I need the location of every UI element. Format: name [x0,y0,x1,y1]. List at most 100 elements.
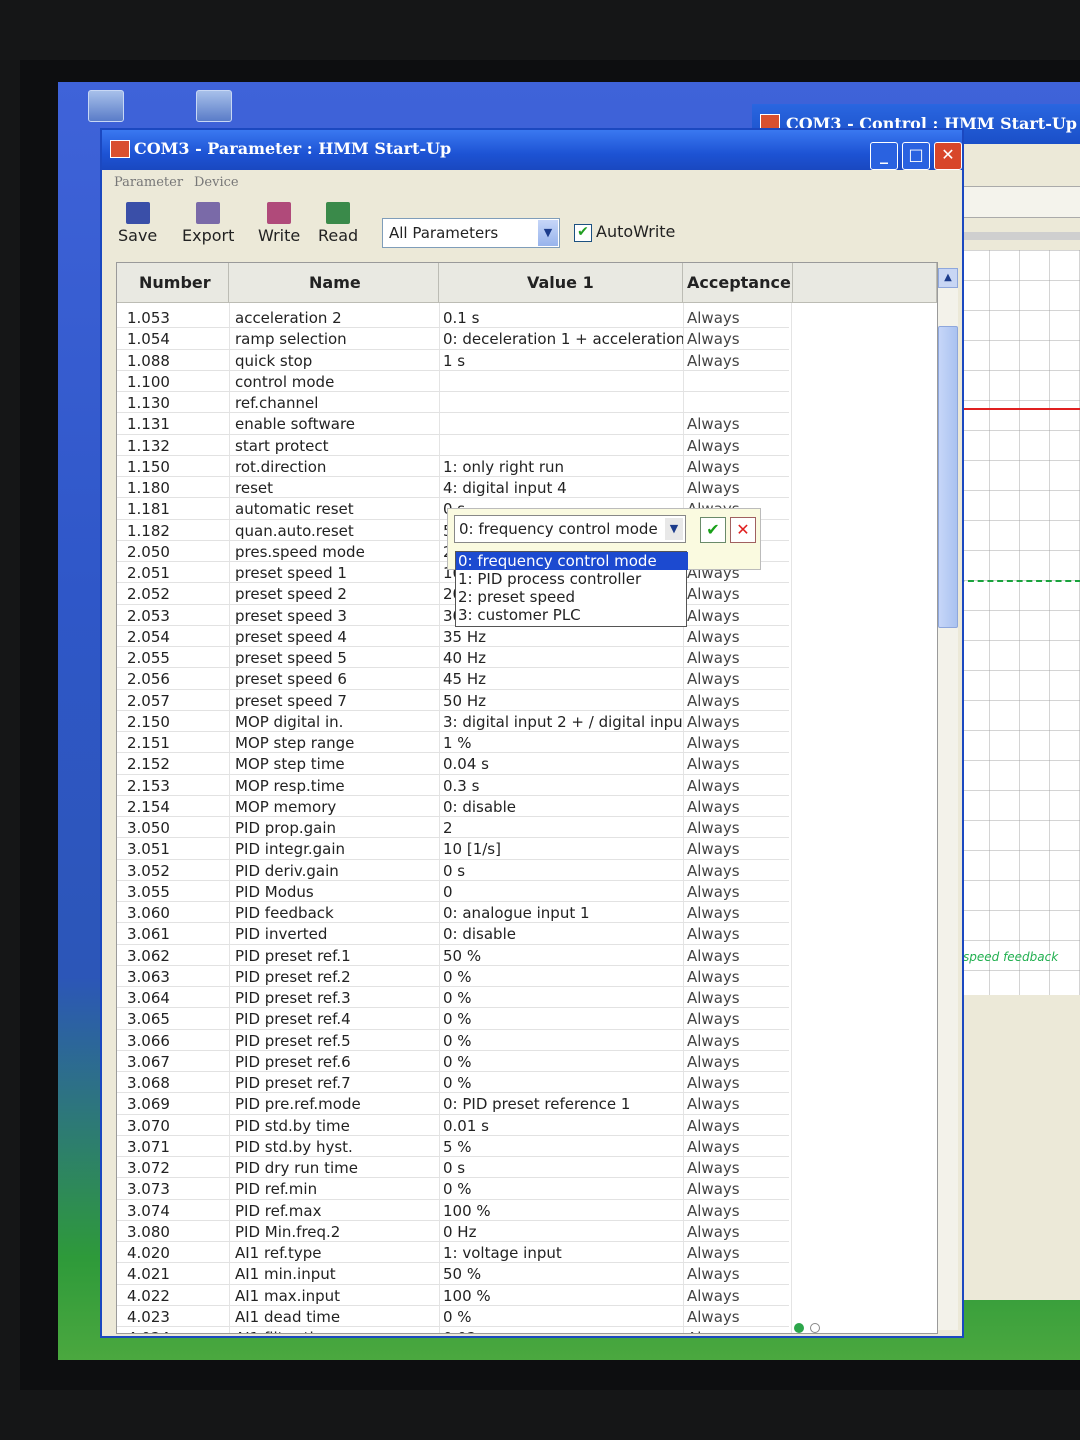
dropdown-option[interactable]: 2: preset speed [456,588,688,606]
parameter-value[interactable]: 50 Hz [443,690,683,712]
parameter-value[interactable]: 0 % [443,1072,683,1094]
parameter-value[interactable]: 0 % [443,987,683,1009]
control-input-field[interactable] [962,186,1080,218]
parameter-value[interactable]: 0.3 s [443,775,683,797]
scroll-up-button[interactable]: ▲ [938,268,958,288]
export-button[interactable]: Export [182,202,234,245]
table-row[interactable]: 3.065 PID preset ref.4 0 % Always [117,1008,789,1030]
parameter-value[interactable]: 0 % [443,1306,683,1328]
table-row[interactable]: 4.022 AI1 max.input 100 % Always [117,1285,789,1306]
table-row[interactable]: 3.072 PID dry run time 0 s Always [117,1157,789,1179]
parameter-value[interactable]: 1 % [443,732,683,754]
save-button[interactable]: Save [118,202,157,245]
table-row[interactable]: 3.060 PID feedback 0: analogue input 1 Alwa… [117,902,789,924]
autowrite-checkbox[interactable]: ✔ [574,224,592,242]
parameter-value[interactable]: 3: digital input 2 + / digital input [443,711,683,733]
table-row[interactable]: 3.066 PID preset ref.5 0 % Always [117,1030,789,1051]
column-header-acceptance[interactable]: Acceptance [683,263,793,303]
chevron-down-icon[interactable]: ▼ [538,220,558,246]
parameter-value[interactable]: 0 % [443,966,683,988]
table-row[interactable]: 4.023 AI1 dead time 0 % Always [117,1306,789,1327]
minimize-button[interactable]: _ [870,142,898,170]
table-row[interactable]: 2.056 preset speed 6 45 Hz Always [117,668,789,690]
vertical-scrollbar[interactable]: ▲ [938,268,958,1330]
table-row[interactable]: 1.130 ref.channel [117,392,789,414]
menu-device[interactable]: Device [194,175,239,190]
table-row[interactable]: 2.154 MOP memory 0: disable Always [117,796,789,817]
column-header-value[interactable]: Value 1 [439,263,683,303]
parameter-value[interactable]: 0: analogue input 1 [443,902,683,924]
table-row[interactable]: 3.050 PID prop.gain 2 Always [117,817,789,839]
parameter-value[interactable]: 45 Hz [443,668,683,690]
parameter-value[interactable]: 1: voltage input [443,1242,683,1264]
parameter-value[interactable]: 0.04 s [443,753,683,775]
parameter-value[interactable]: 100 % [443,1200,683,1222]
parameter-value[interactable]: 0: PID preset reference 1 [443,1093,683,1115]
parameter-value[interactable]: 35 Hz [443,626,683,648]
table-row[interactable]: 1.131 enable software Always [117,413,789,435]
parameter-value[interactable]: 0 % [443,1051,683,1073]
table-row[interactable]: 3.055 PID Modus 0 Always [117,881,789,902]
table-row[interactable]: 4.020 AI1 ref.type 1: voltage input Always [117,1242,789,1264]
parameter-value[interactable]: 5 % [443,1136,683,1158]
scroll-thumb[interactable] [938,326,958,628]
parameter-value[interactable]: 0 s [443,1157,683,1179]
parameter-value[interactable]: 0: disable [443,796,683,818]
dropdown-option[interactable]: 1: PID process controller [456,570,688,588]
desktop-computer-icon[interactable] [88,90,124,122]
parameter-filter-select[interactable]: All Parameters ▼ [382,218,560,248]
table-row[interactable]: 3.063 PID preset ref.2 0 % Always [117,966,789,987]
table-row[interactable]: 3.062 PID preset ref.1 50 % Always [117,945,789,966]
parameter-value[interactable]: 0 Hz [443,1221,683,1243]
table-row[interactable]: 2.153 MOP resp.time 0.3 s Always [117,775,789,796]
table-row[interactable]: 2.151 MOP step range 1 % Always [117,732,789,754]
write-button[interactable]: Write [258,202,300,245]
parameter-value[interactable]: 0.01 s [443,1115,683,1137]
chevron-down-icon[interactable]: ▼ [665,518,683,540]
table-row[interactable]: 3.070 PID std.by time 0.01 s Always [117,1115,789,1136]
parameter-value[interactable]: 1: only right run [443,456,683,478]
desktop-shortcut-icon[interactable] [196,90,232,122]
table-row[interactable]: 3.071 PID std.by hyst. 5 % Always [117,1136,789,1157]
parameter-value[interactable]: 10 [1/s] [443,838,683,860]
read-button[interactable]: Read [318,202,358,245]
maximize-button[interactable]: □ [902,142,930,170]
table-row[interactable]: 1.150 rot.direction 1: only right run Alway… [117,456,789,477]
parameter-value[interactable]: 40 Hz [443,647,683,669]
dropdown-option[interactable]: 0: frequency control mode [456,552,688,570]
parameter-value[interactable]: 100 % [443,1285,683,1307]
parameter-value[interactable]: 0 % [443,1008,683,1030]
parameter-value[interactable]: 0 % [443,1178,683,1200]
parameter-value[interactable]: 0 % [443,1030,683,1052]
table-row[interactable]: 2.055 preset speed 5 40 Hz Always [117,647,789,669]
parameter-value[interactable] [443,413,683,435]
parameter-value[interactable] [443,371,683,393]
table-row[interactable]: 4.024AI1 filter time0.02 sAlways [117,1327,789,1333]
table-row[interactable]: 3.061 PID inverted 0: disable Always [117,923,789,945]
table-row[interactable]: 3.074 PID ref.max 100 % Always [117,1200,789,1221]
table-row[interactable]: 3.068 PID preset ref.7 0 % Always [117,1072,789,1094]
cancel-button[interactable]: ✕ [730,517,756,543]
table-row[interactable]: 1.054 ramp selection 0: deceleration 1 + a… [117,328,789,350]
table-row[interactable]: 2.152 MOP step time 0.04 s Always [117,753,789,775]
dropdown-option[interactable]: 3: customer PLC [456,606,688,624]
parameter-value[interactable]: 0.02 s [443,1327,683,1333]
table-row[interactable]: 3.064 PID preset ref.3 0 % Always [117,987,789,1009]
table-row[interactable]: 1.180 reset 4: digital input 4 Always [117,477,789,499]
table-row[interactable]: 2.057 preset speed 7 50 Hz Always [117,690,789,711]
table-row[interactable]: 3.069 PID pre.ref.mode 0: PID preset refer… [117,1093,789,1115]
table-row[interactable]: 3.067 PID preset ref.6 0 % Always [117,1051,789,1072]
parameter-value[interactable]: 4: digital input 4 [443,477,683,499]
control-slider[interactable] [962,232,1080,240]
parameter-value[interactable]: 0: disable [443,923,683,945]
parameter-value[interactable]: 0: deceleration 1 + acceleration [443,328,683,350]
menu-parameter[interactable]: Parameter [114,175,183,190]
table-row[interactable]: 1.100 control mode [117,371,789,392]
parameter-value[interactable]: 0.1 s [443,307,683,329]
table-row[interactable]: 1.132 start protect Always [117,435,789,456]
table-row[interactable]: 1.088 quick stop 1 s Always [117,350,789,371]
table-row[interactable]: 4.021 AI1 min.input 50 % Always [117,1263,789,1285]
parameter-value[interactable]: 0 [443,881,683,903]
table-row[interactable]: 3.073 PID ref.min 0 % Always [117,1178,789,1200]
parameter-value[interactable]: 50 % [443,945,683,967]
